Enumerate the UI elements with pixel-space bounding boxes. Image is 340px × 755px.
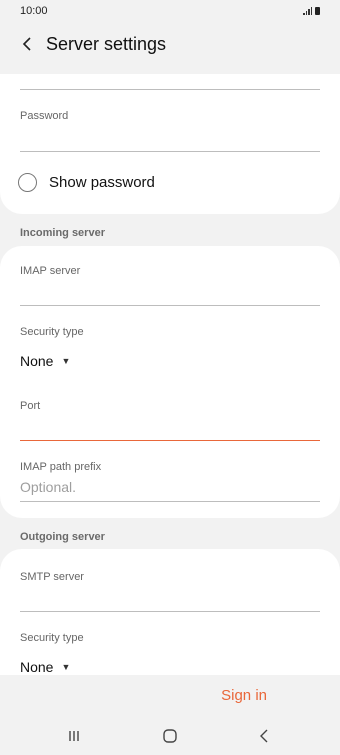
outgoing-security-type-select[interactable]: None ▼ (20, 659, 70, 675)
imap-path-prefix-input[interactable]: Optional. (20, 479, 76, 495)
incoming-server-header: Incoming server (20, 227, 105, 239)
caret-down-icon: ▼ (61, 356, 71, 366)
status-bar: 10:00 (0, 0, 340, 22)
status-icons (303, 7, 320, 15)
incoming-server-card (0, 246, 340, 518)
page-title: Server settings (46, 33, 167, 54)
show-password-toggle[interactable]: Show password (18, 173, 155, 192)
show-password-label: Show password (49, 174, 155, 191)
outgoing-server-card (0, 549, 340, 675)
battery-icon (315, 7, 320, 15)
password-field[interactable] (20, 151, 320, 152)
imap-path-prefix-label: IMAP path prefix (20, 461, 102, 473)
imap-server-field[interactable] (20, 305, 320, 306)
nav-back-icon (260, 729, 268, 743)
account-card (0, 74, 340, 214)
incoming-security-type-value: None (20, 353, 54, 369)
username-field-underline[interactable] (20, 89, 320, 90)
status-time: 10:00 (20, 5, 48, 17)
nav-back-button[interactable] (254, 726, 274, 746)
app-bar: Server settings (0, 26, 340, 62)
home-icon (163, 729, 177, 743)
recents-button[interactable] (64, 726, 84, 746)
incoming-security-type-select[interactable]: None ▼ (20, 353, 70, 369)
back-arrow-icon (22, 37, 31, 51)
outgoing-server-header: Outgoing server (20, 531, 105, 543)
signal-icon (303, 7, 312, 15)
back-button[interactable] (16, 33, 38, 55)
smtp-server-label: SMTP server (20, 571, 84, 583)
port-label: Port (20, 400, 41, 412)
outgoing-security-type-label: Security type (20, 632, 84, 644)
system-nav-bar (0, 722, 340, 750)
recents-icon (69, 731, 79, 741)
smtp-server-field[interactable] (20, 611, 320, 612)
port-field[interactable] (20, 440, 320, 441)
caret-down-icon: ▼ (61, 662, 71, 672)
outgoing-security-type-value: None (20, 659, 54, 675)
show-password-radio[interactable] (18, 173, 37, 192)
sign-in-button[interactable]: Sign in (221, 687, 267, 704)
home-button[interactable] (160, 726, 180, 746)
imap-server-label: IMAP server (20, 265, 81, 277)
incoming-security-type-label: Security type (20, 326, 84, 338)
imap-path-prefix-underline (20, 501, 320, 502)
password-label: Password (20, 110, 69, 122)
